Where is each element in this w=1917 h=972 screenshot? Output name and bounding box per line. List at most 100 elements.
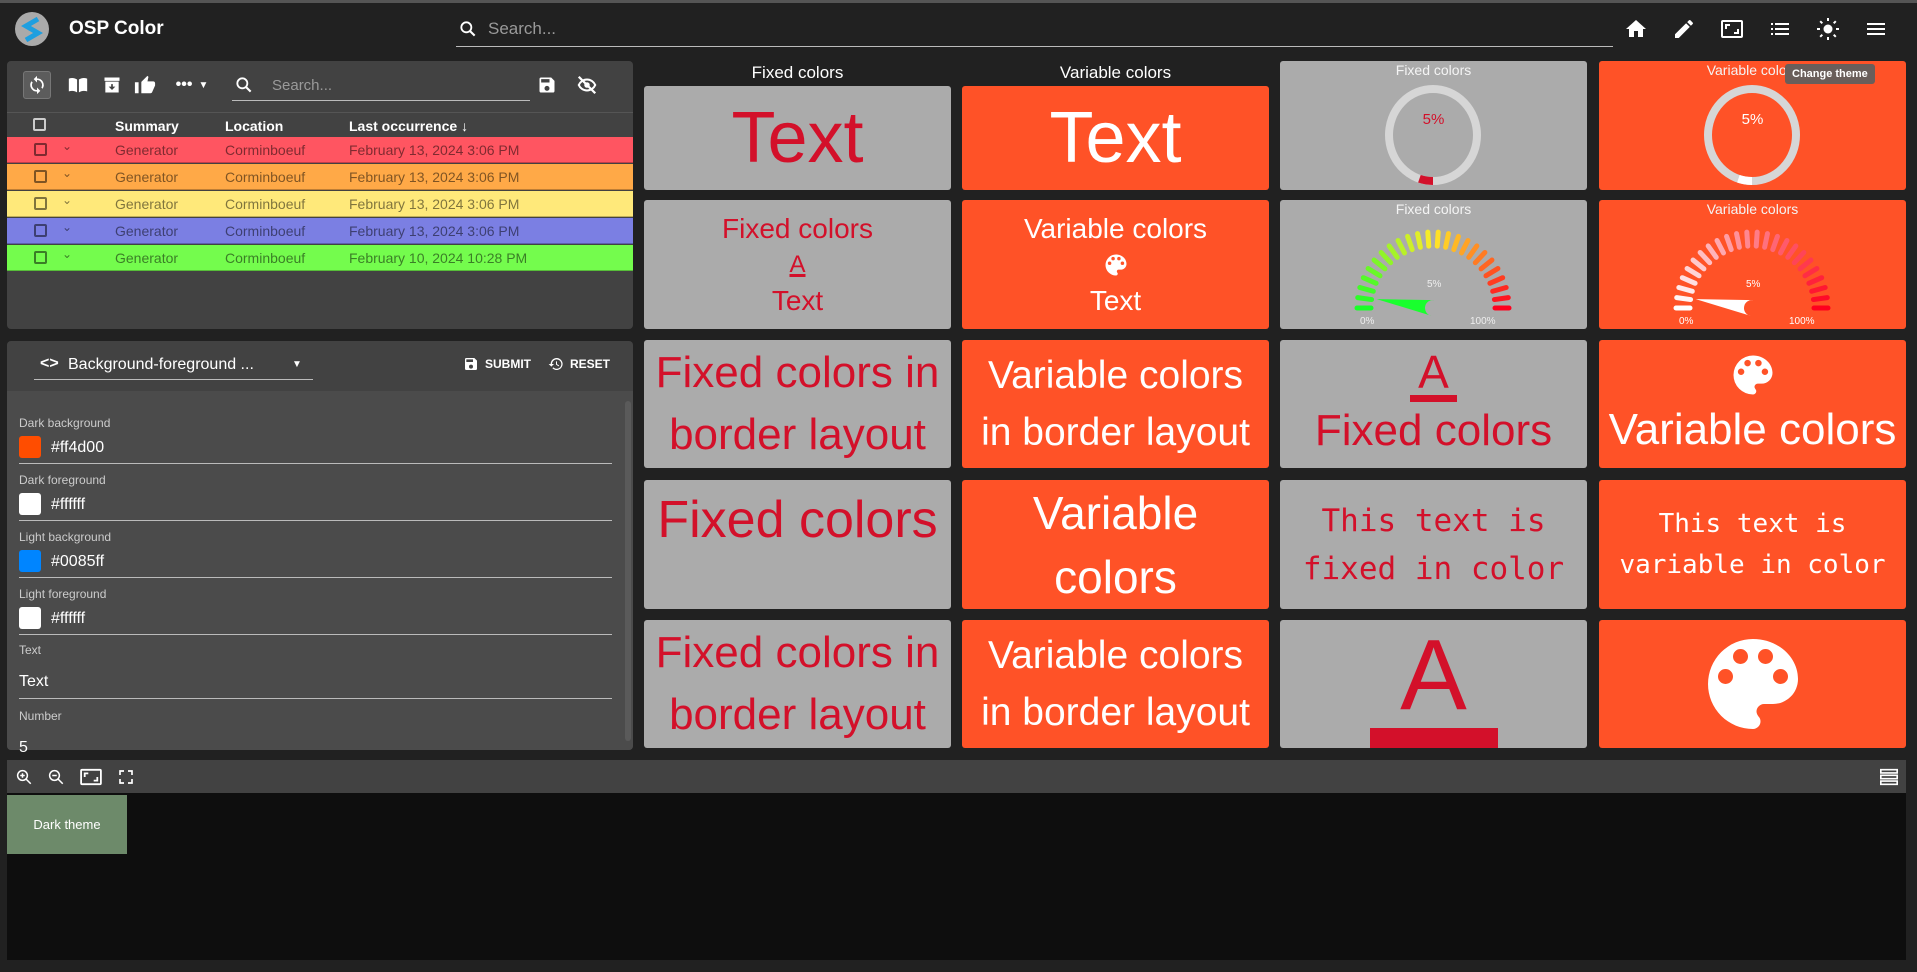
expand-chevron-icon[interactable]: ⌄ — [62, 193, 72, 207]
change-theme-tooltip: Change theme — [1785, 64, 1875, 84]
gauge-tick — [1371, 257, 1388, 272]
alarm-search-input[interactable]: Search... — [232, 69, 530, 101]
gauge-tick — [1451, 233, 1461, 253]
list-view-icon[interactable] — [1879, 768, 1899, 786]
field-value: #ffffff — [51, 610, 86, 627]
gauge-tick — [1753, 229, 1760, 249]
alarm-row[interactable]: ⌄ Generator Corminboeuf February 13, 202… — [7, 218, 633, 244]
select-all-checkbox[interactable] — [33, 118, 46, 131]
zoom-out-icon[interactable] — [47, 768, 65, 786]
tile-variable-mono-text[interactable]: This text is variable in color — [1599, 480, 1906, 609]
archive-button[interactable] — [98, 71, 126, 99]
archive-icon — [104, 77, 120, 93]
tile-fixed-large-text[interactable]: Fixed colors — [644, 480, 951, 609]
row-checkbox[interactable] — [34, 143, 47, 156]
color-swatch[interactable] — [19, 493, 41, 515]
light-background-field[interactable]: #0085ff — [19, 550, 612, 578]
color-swatch[interactable] — [19, 436, 41, 458]
row-checkbox[interactable] — [34, 251, 47, 264]
dark-background-field[interactable]: #ff4d00 — [19, 436, 612, 464]
tile-fixed-mono-text[interactable]: This text is fixed in color — [1280, 480, 1587, 609]
color-swatch[interactable] — [19, 607, 41, 629]
row-checkbox[interactable] — [34, 170, 47, 183]
ring-gauge — [1385, 85, 1481, 185]
tile-title: Variable colors — [1023, 212, 1208, 244]
dropdown-caret-icon: ▼ — [292, 359, 302, 370]
zoom-in-icon[interactable] — [15, 768, 33, 786]
tile-fixed-text[interactable]: Text — [644, 86, 951, 190]
arc-gauge — [1354, 229, 1512, 316]
gauge-tick — [1697, 249, 1713, 266]
form-scrollbar[interactable] — [625, 401, 631, 741]
hide-button[interactable] — [573, 71, 601, 99]
symbol-select[interactable]: <> Background-foreground ... ▼ — [34, 350, 313, 380]
tile-fixed-border-layout[interactable]: Fixed colors in border layout — [644, 340, 951, 468]
alarm-row[interactable]: ⌄ Generator Corminboeuf February 10, 202… — [7, 245, 633, 271]
row-checkbox[interactable] — [34, 224, 47, 237]
tile-variable-arc-gauge[interactable]: Variable colors 5% 0% 100% — [1599, 200, 1906, 329]
book-open-icon — [68, 77, 88, 93]
tile-variable-large-text[interactable]: Variable colors — [962, 480, 1269, 609]
gauge-tick — [1778, 238, 1790, 256]
menu-icon[interactable] — [1864, 17, 1888, 41]
tile-fixed-arc-gauge[interactable]: Fixed colors 5% 0% 100% — [1280, 200, 1587, 329]
gauge-value: 5% — [1422, 111, 1445, 128]
text-field[interactable]: Text — [19, 667, 612, 699]
alarm-time: February 13, 2024 3:06 PM — [349, 142, 520, 158]
expand-chevron-icon[interactable]: ⌄ — [62, 139, 72, 153]
dark-foreground-field[interactable]: #ffffff — [19, 493, 612, 521]
alarm-row[interactable]: ⌄ Generator Corminboeuf February 13, 202… — [7, 191, 633, 217]
book-button[interactable] — [64, 71, 92, 99]
global-search-input[interactable]: Search... — [456, 11, 1613, 47]
fullscreen-icon[interactable] — [118, 769, 134, 785]
expand-chevron-icon[interactable]: ⌄ — [62, 166, 72, 180]
row-checkbox[interactable] — [34, 197, 47, 210]
fit-screen-icon[interactable] — [80, 768, 102, 786]
fit-screen-icon[interactable] — [1720, 17, 1744, 41]
tile-fixed-icon-label[interactable]: A Fixed colors — [1280, 340, 1587, 468]
more-menu-button[interactable]: ••• ▼ — [170, 71, 214, 99]
gauge-tick — [1684, 266, 1702, 279]
tile-variable-text[interactable]: Text — [962, 86, 1269, 190]
submit-button[interactable]: SUBMIT — [463, 356, 531, 372]
alarm-row[interactable]: ⌄ Generator Corminboeuf February 13, 202… — [7, 137, 633, 163]
tile-fixed-ring-gauge[interactable]: Fixed colors 5% — [1280, 61, 1587, 190]
light-foreground-field[interactable]: #ffffff — [19, 607, 612, 635]
gauge-needle — [1695, 299, 1754, 316]
list-icon[interactable] — [1768, 17, 1792, 41]
column-summary[interactable]: Summary — [115, 118, 179, 134]
tile-fixed-icon-text[interactable]: Fixed colors A Text — [644, 200, 951, 329]
tile-variable-icon-text[interactable]: Variable colors Text — [962, 200, 1269, 329]
save-button[interactable] — [533, 71, 561, 99]
gauge-needle — [1376, 299, 1435, 316]
tile-fixed-border-layout-2[interactable]: Fixed colors in border layout — [644, 620, 951, 748]
color-swatch[interactable] — [19, 550, 41, 572]
tile-text: Variable colors — [1032, 486, 1199, 603]
acknowledge-button[interactable] — [131, 71, 159, 99]
expand-chevron-icon[interactable]: ⌄ — [62, 220, 72, 234]
field-label: Light background — [19, 530, 112, 544]
alarm-location: Corminboeuf — [225, 250, 306, 266]
app-header: OSP Color Search... — [0, 3, 1917, 53]
tile-caption: Fixed colors — [751, 63, 844, 82]
gauge-tick — [1705, 243, 1719, 260]
alarm-row[interactable]: ⌄ Generator Corminboeuf February 13, 202… — [7, 164, 633, 190]
dark-theme-button[interactable]: Dark theme — [7, 795, 127, 854]
pencil-icon[interactable] — [1672, 17, 1696, 41]
home-icon[interactable] — [1624, 17, 1648, 41]
alarm-time: February 13, 2024 3:06 PM — [349, 169, 520, 185]
refresh-button[interactable] — [23, 71, 51, 99]
tile-variable-icon-label[interactable]: Variable colors — [1599, 340, 1906, 468]
column-location[interactable]: Location — [225, 118, 283, 134]
text-color-icon: A — [1400, 620, 1467, 731]
tile-variable-large-icon[interactable] — [1599, 620, 1906, 748]
reset-button[interactable]: RESET — [548, 356, 610, 372]
brightness-icon[interactable] — [1816, 17, 1840, 41]
tile-variable-border-layout-2[interactable]: Variable colors in border layout — [962, 620, 1269, 748]
tile-variable-border-layout[interactable]: Variable colors in border layout — [962, 340, 1269, 468]
table-header: Summary Location Last occurrence ↓ — [7, 112, 633, 136]
column-last-occurrence[interactable]: Last occurrence ↓ — [349, 118, 468, 134]
expand-chevron-icon[interactable]: ⌄ — [62, 247, 72, 261]
alarm-time: February 13, 2024 3:06 PM — [349, 223, 520, 239]
tile-fixed-large-icon[interactable]: A — [1280, 620, 1587, 748]
